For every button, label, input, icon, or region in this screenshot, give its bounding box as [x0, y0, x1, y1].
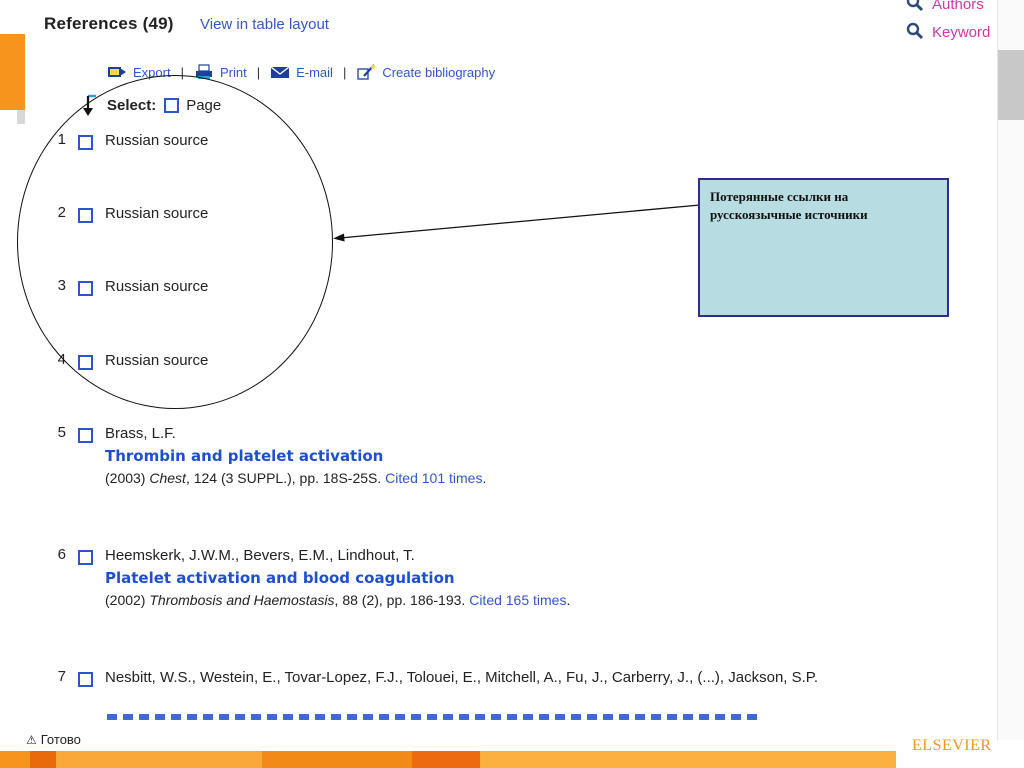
left-tab-shadow	[17, 110, 25, 124]
warning-icon: ⚠	[26, 733, 37, 747]
elsevier-logo: ELSEVIER	[912, 737, 992, 754]
toolbar-separator: |	[256, 64, 261, 80]
view-table-layout-link[interactable]: View in table layout	[200, 16, 329, 33]
reference-journal: Thrombosis and Haemostasis	[149, 592, 335, 608]
reference-checkbox[interactable]	[78, 428, 93, 443]
magnifier-icon	[906, 0, 924, 12]
reference-authors: Brass, L.F.	[105, 425, 176, 442]
create-bibliography-button[interactable]: Create bibliography	[356, 64, 495, 80]
reference-row-5: 5 Brass, L.F. Thrombin and platelet acti…	[52, 424, 487, 488]
reference-authors: Heemskerk, J.W.M., Bevers, E.M., Lindhou…	[105, 547, 415, 564]
left-orange-tab	[0, 34, 25, 110]
status-bar: ⚠ Готово	[26, 732, 81, 747]
keyword-link-label: Keyword	[932, 24, 991, 41]
reference-number: 5	[57, 424, 66, 441]
bibliography-icon	[357, 64, 376, 80]
envelope-icon	[270, 66, 290, 78]
reference-checkbox[interactable]	[78, 550, 93, 565]
annotation-note: Потерянные ссылки на русскоязычные источ…	[698, 178, 949, 317]
cited-by-link[interactable]: Cited 101 times	[385, 470, 482, 486]
reference-row-6: 6 Heemskerk, J.W.M., Bevers, E.M., Lindh…	[52, 546, 571, 610]
highlight-circle	[17, 75, 333, 409]
cited-by-link[interactable]: Cited 165 times	[469, 592, 566, 608]
annotation-arrow	[333, 204, 701, 242]
reference-title-link[interactable]: Platelet activation and blood coagulatio…	[105, 568, 570, 588]
cut-off-title-fragment	[107, 714, 757, 720]
right-scroll-thumb[interactable]	[998, 50, 1024, 120]
reference-journal: Chest	[149, 470, 186, 486]
reference-number: 6	[57, 546, 66, 563]
reference-number: 7	[57, 668, 66, 685]
export-icon	[108, 67, 126, 77]
reference-details: , 88 (2), pp. 186-193.	[334, 592, 466, 608]
reference-row-7: 7 Nesbitt, W.S., Westein, E., Tovar-Lope…	[52, 668, 852, 688]
reference-end: .	[482, 470, 487, 486]
authors-link-label: Authors	[932, 0, 984, 13]
page-title: References (49)	[44, 14, 174, 33]
reference-title-link[interactable]: Thrombin and platelet activation	[105, 446, 486, 466]
status-text: Готово	[40, 732, 81, 747]
email-button[interactable]: E-mail	[270, 64, 333, 80]
create-bibliography-label: Create bibliography	[382, 65, 496, 80]
reference-year: (2003)	[105, 470, 146, 486]
reference-source: (2003) Chest, 124 (3 SUPPL.), pp. 18S-25…	[105, 468, 486, 488]
email-label: E-mail	[296, 65, 333, 80]
print-label: Print	[219, 65, 247, 80]
toolbar-separator: |	[342, 64, 347, 80]
reference-authors: Nesbitt, W.S., Westein, E., Tovar-Lopez,…	[105, 669, 819, 686]
authors-link[interactable]: Authors	[906, 0, 984, 13]
bottom-color-bar	[0, 751, 896, 768]
reference-checkbox[interactable]	[78, 672, 93, 687]
magnifier-icon	[906, 22, 924, 40]
reference-details: , 124 (3 SUPPL.), pp. 18S-25S.	[185, 470, 382, 486]
keyword-link[interactable]: Keyword	[906, 22, 990, 41]
reference-source: (2002) Thrombosis and Haemostasis, 88 (2…	[105, 590, 570, 610]
reference-year: (2002)	[105, 592, 146, 608]
reference-end: .	[566, 592, 571, 608]
